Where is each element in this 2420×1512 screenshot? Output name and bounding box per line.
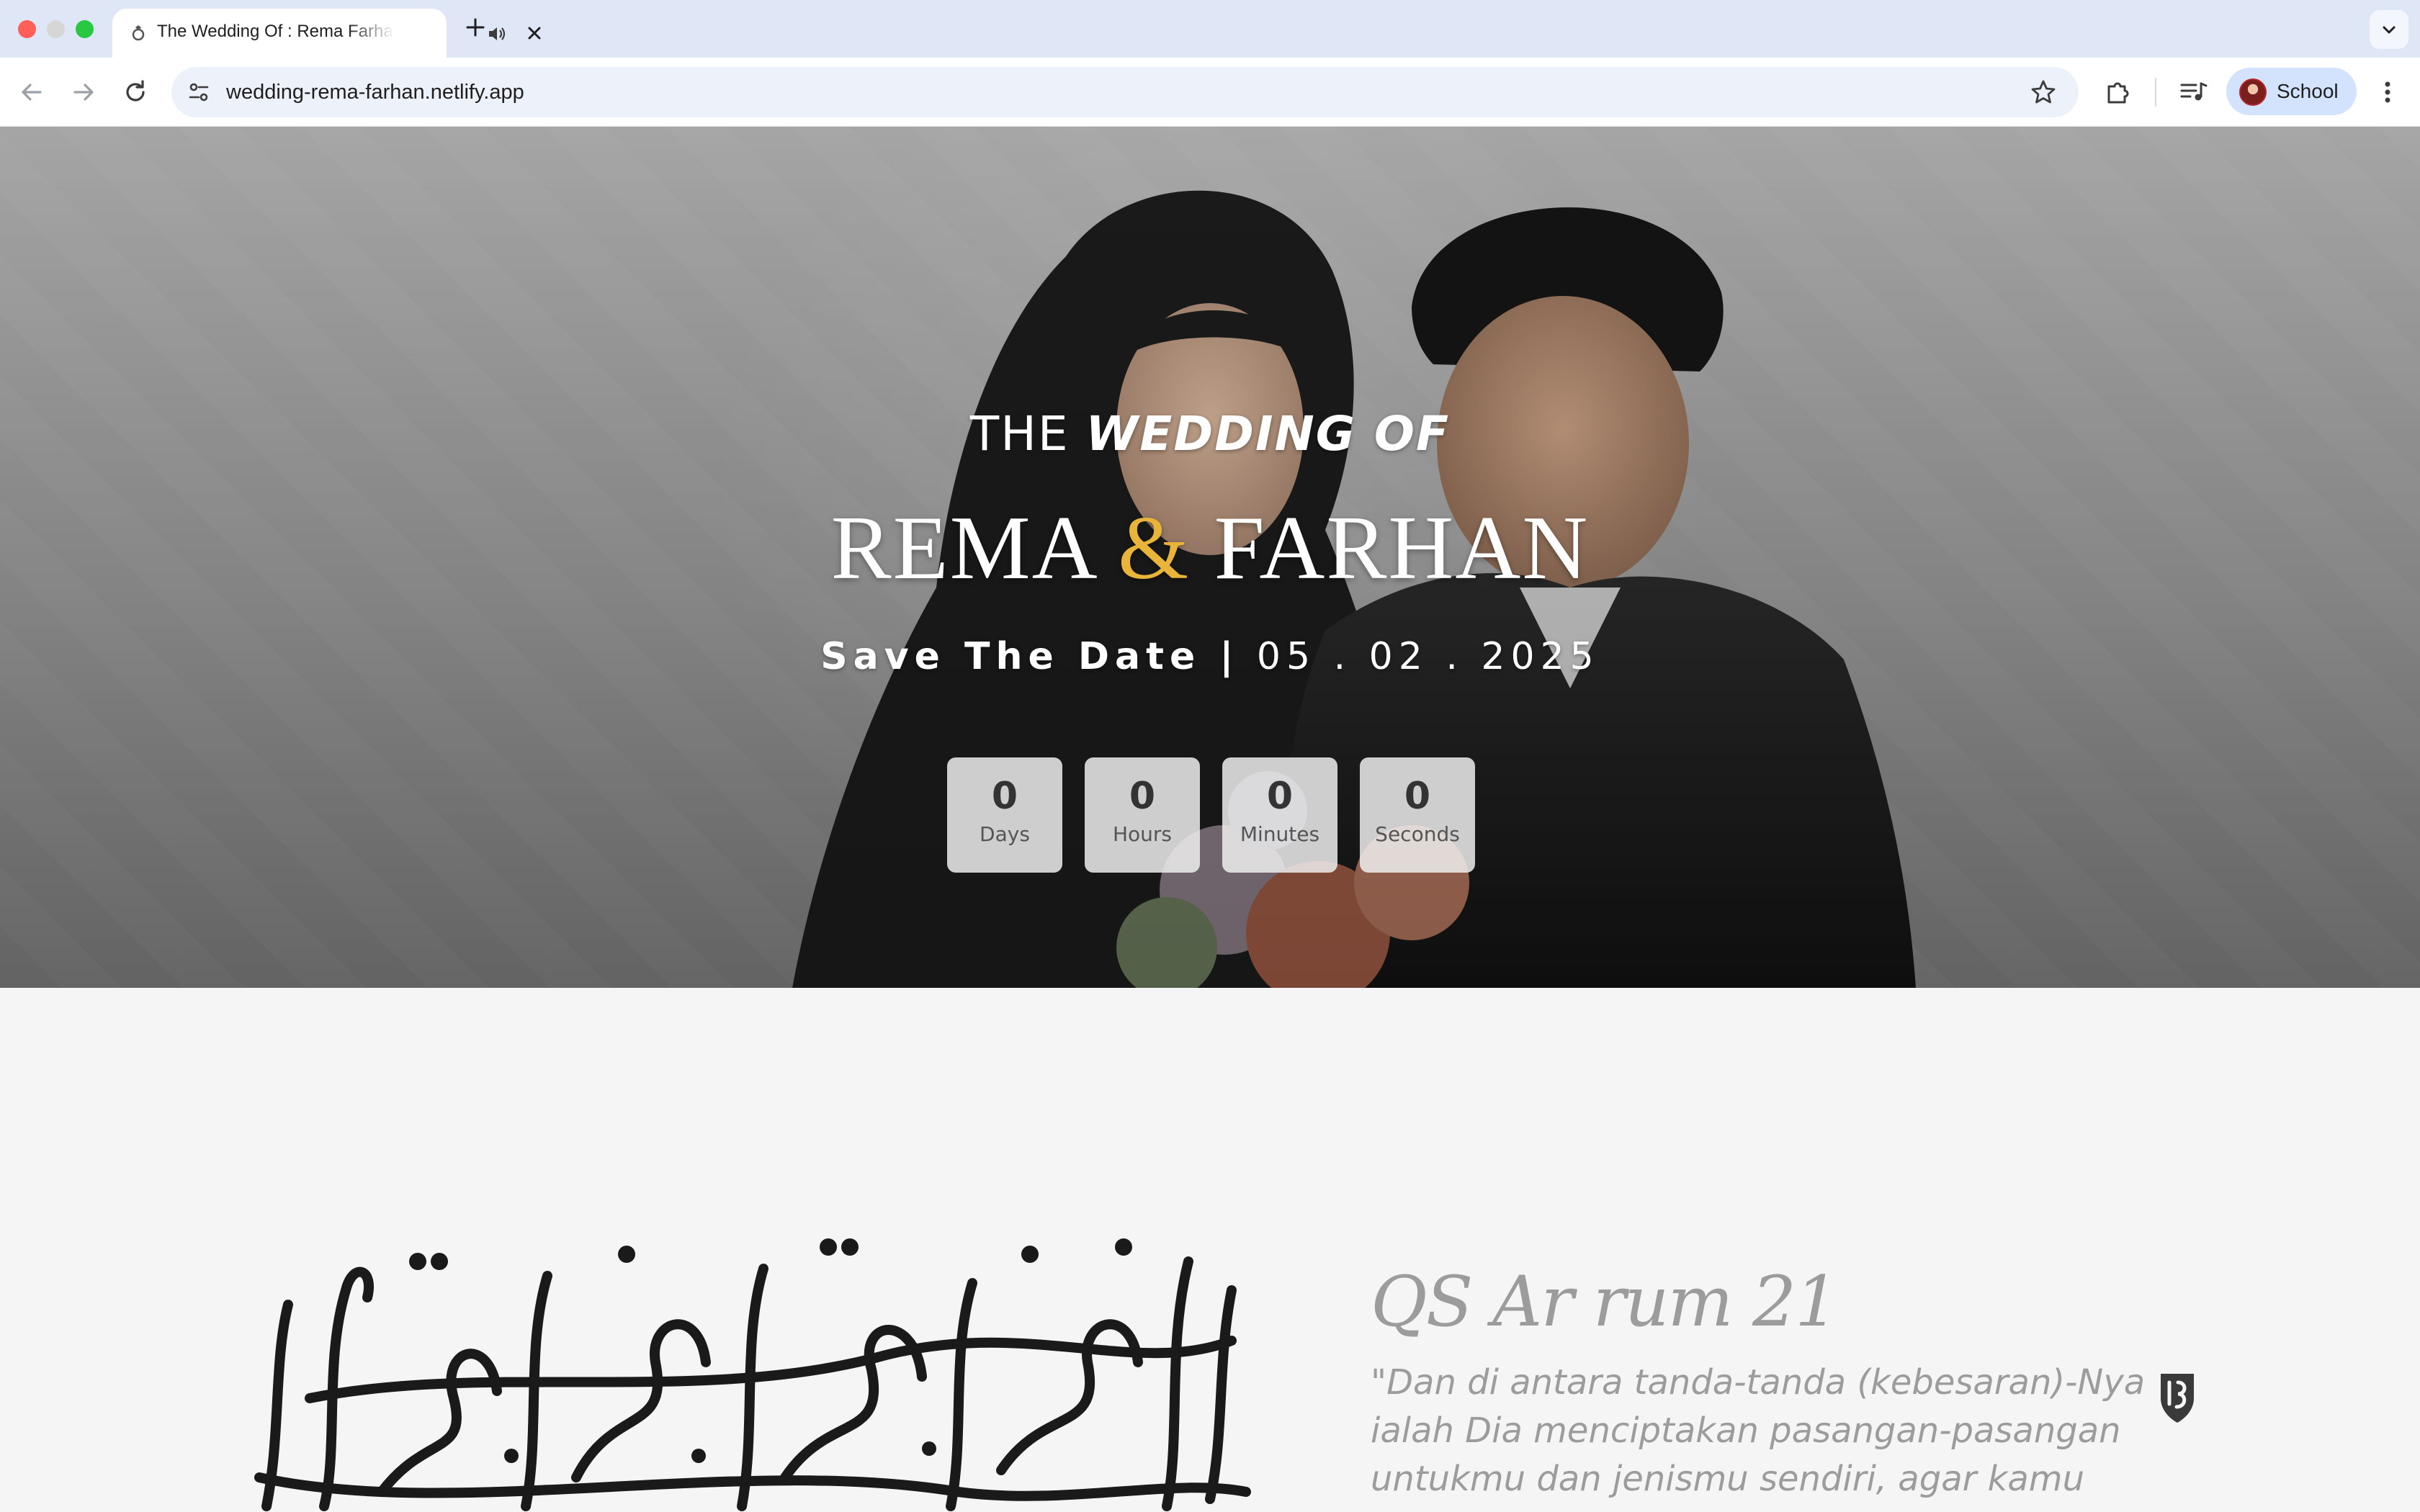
countdown-seconds: 0 Seconds <box>1360 757 1475 873</box>
ampersand: & <box>1118 498 1191 598</box>
avatar <box>2239 78 2267 106</box>
countdown-label: Minutes <box>1240 822 1320 846</box>
tab-title: The Wedding Of : Rema Farhan <box>157 22 395 41</box>
reload-icon[interactable] <box>121 78 150 107</box>
shield-logo-icon <box>2161 1374 2194 1423</box>
tab-strip: The Wedding Of : Rema Farhan <box>0 0 2420 58</box>
countdown-label: Hours <box>1112 822 1173 846</box>
arabic-calligraphy <box>254 1238 1251 1511</box>
countdown-value: 0 <box>1266 775 1294 818</box>
tab-search-button[interactable] <box>2370 10 2408 49</box>
verse-title: QS Ar rum 21 <box>1371 1261 1839 1342</box>
tune-icon[interactable] <box>184 78 213 107</box>
countdown-value: 0 <box>991 775 1018 818</box>
close-window-button[interactable] <box>18 20 36 38</box>
countdown-timer: 0 Days 0 Hours 0 Minutes 0 Seconds <box>947 757 1475 873</box>
countdown-days: 0 Days <box>947 757 1062 873</box>
countdown-hours: 0 Hours <box>1085 757 1200 873</box>
url-text[interactable]: wedding-rema-farhan.netlify.app <box>226 67 524 117</box>
kicker-emphasis: WEDDING OF <box>1085 406 1451 462</box>
save-the-date: Save The Date | 05 . 02 . 2025 <box>0 635 2420 678</box>
puzzle-icon[interactable] <box>2103 76 2135 108</box>
hero-section: THE WEDDING OF REMA & FARHAN Save The Da… <box>0 127 2420 988</box>
speaker-icon[interactable] <box>487 24 507 43</box>
date-value: 05 . 02 . 2025 <box>1256 635 1600 678</box>
couple-names: REMA & FARHAN <box>0 497 2420 600</box>
chevron-down-icon <box>2383 26 2396 34</box>
countdown-value: 0 <box>1129 775 1156 818</box>
address-bar[interactable]: wedding-rema-farhan.netlify.app <box>171 67 2079 117</box>
profile-name: School <box>2277 80 2339 102</box>
arrow-left-icon[interactable] <box>17 78 46 107</box>
more-vert-icon[interactable] <box>2377 78 2398 107</box>
verse-text: "Dan di antara tanda-tanda (kebesaran)-N… <box>1371 1362 2146 1499</box>
date-label: Save The Date | <box>820 635 1240 678</box>
countdown-value: 0 <box>1404 775 1431 818</box>
kicker-prefix: THE <box>969 406 1070 462</box>
profile-button[interactable]: School <box>2226 68 2357 115</box>
countdown-label: Seconds <box>1375 822 1460 846</box>
active-tab[interactable]: The Wedding Of : Rema Farhan <box>112 9 541 58</box>
media-queue-icon[interactable] <box>2179 78 2209 107</box>
bride-name: REMA <box>830 498 1094 598</box>
plus-icon[interactable] <box>464 16 487 39</box>
maximize-window-button[interactable] <box>76 20 94 38</box>
verse-section: QS Ar rum 21 "Dan di antara tanda-tanda … <box>0 988 2420 1512</box>
countdown-label: Days <box>980 822 1030 846</box>
close-icon[interactable] <box>524 23 544 43</box>
ring-icon <box>132 25 145 41</box>
star-icon[interactable] <box>2029 78 2058 107</box>
hero-kicker: THE WEDDING OF <box>0 406 2420 462</box>
groom-name: FARHAN <box>1214 498 1590 598</box>
minimize-window-button[interactable] <box>47 20 65 38</box>
arrow-right-icon[interactable] <box>69 78 98 107</box>
toolbar-separator <box>2155 78 2156 107</box>
countdown-minutes: 0 Minutes <box>1222 757 1337 873</box>
